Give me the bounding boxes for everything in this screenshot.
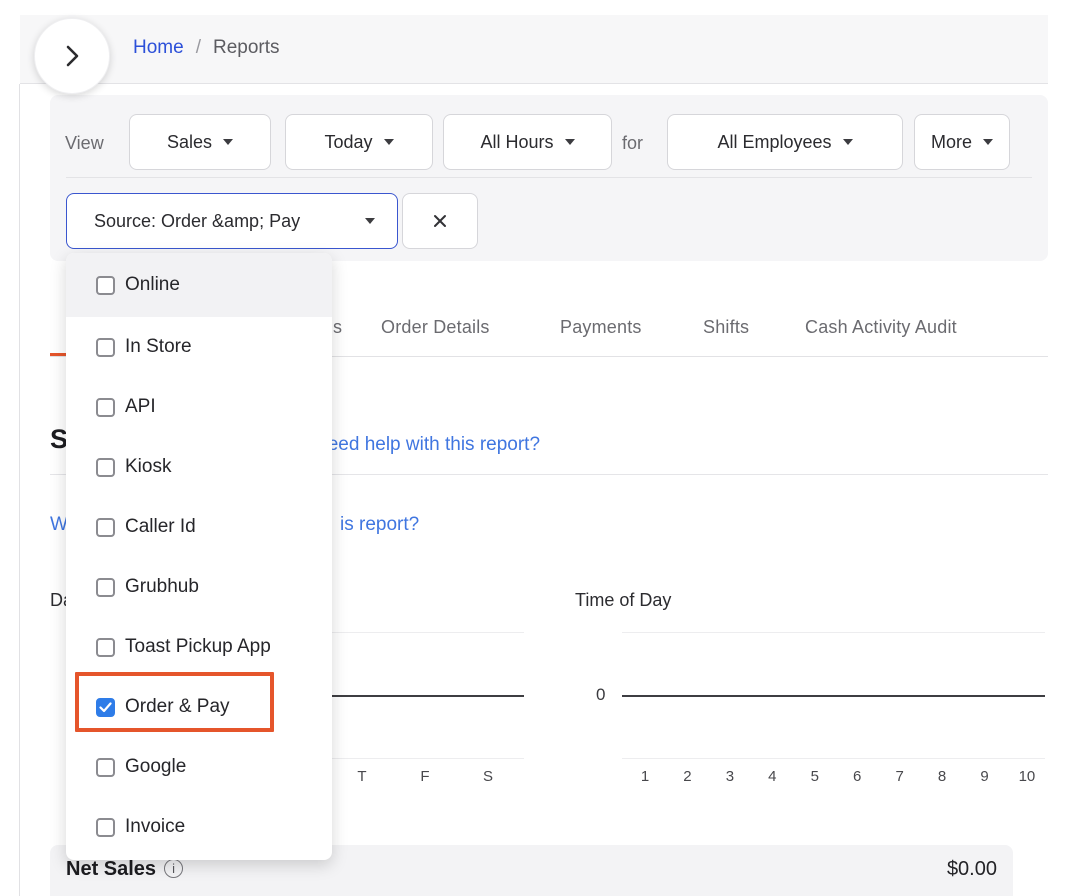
source-option-toast-pickup-app[interactable]: Toast Pickup App	[66, 617, 332, 677]
chevron-down-icon	[843, 139, 853, 145]
hours-dropdown[interactable]: All Hours	[443, 114, 612, 170]
expand-sidebar-button[interactable]	[34, 18, 110, 94]
tab-shifts[interactable]: Shifts	[703, 317, 749, 338]
checkbox-unchecked-icon[interactable]	[96, 818, 115, 837]
checkbox-unchecked-icon[interactable]	[96, 758, 115, 777]
net-sales-value: $0.00	[947, 858, 997, 881]
time-of-day-top-gridline	[622, 632, 1045, 633]
date-range-dropdown[interactable]: Today	[285, 114, 433, 170]
source-filter-chip-label: Source: Order &amp; Pay	[94, 211, 300, 232]
employees-dropdown[interactable]: All Employees	[667, 114, 903, 170]
source-option-caller-id[interactable]: Caller Id	[66, 497, 332, 557]
breadcrumb-home-link[interactable]: Home	[133, 37, 184, 59]
x-tick: 4	[760, 768, 784, 785]
checkbox-unchecked-icon[interactable]	[96, 518, 115, 537]
time-of-day-zero-label: 0	[596, 685, 605, 705]
date-range-dropdown-label: Today	[324, 132, 372, 153]
x-tick: 7	[888, 768, 912, 785]
checkmark-icon	[99, 702, 112, 713]
x-tick: 10	[1015, 768, 1039, 785]
chevron-down-icon	[365, 218, 375, 224]
x-tick: F	[413, 768, 437, 785]
breadcrumb-current: Reports	[213, 37, 280, 59]
checkbox-checked-icon[interactable]	[96, 698, 115, 717]
checkbox-unchecked-icon[interactable]	[96, 338, 115, 357]
source-option-label: Kiosk	[125, 456, 171, 478]
x-tick: T	[350, 768, 374, 785]
close-icon	[431, 212, 449, 230]
source-filter-chip[interactable]: Source: Order &amp; Pay	[66, 193, 398, 249]
more-filters-dropdown[interactable]: More	[914, 114, 1010, 170]
source-option-label: Toast Pickup App	[125, 636, 271, 658]
net-sales-label: Net Sales	[66, 858, 156, 881]
page: Home / Reports View Sales Today All Hour…	[0, 0, 1080, 896]
clear-source-filter-button[interactable]	[402, 193, 478, 249]
source-option-in-store[interactable]: In Store	[66, 317, 332, 377]
x-tick: 2	[675, 768, 699, 785]
whats-new-link-end[interactable]: is report?	[340, 514, 419, 536]
source-option-label: Online	[125, 274, 180, 296]
source-option-label: Google	[125, 756, 186, 778]
source-option-api[interactable]: API	[66, 377, 332, 437]
chevron-down-icon	[983, 139, 993, 145]
source-option-order-and-pay[interactable]: Order & Pay	[66, 677, 332, 737]
time-of-day-x-axis: 1 2 3 4 5 6 7 8 9 10	[633, 768, 1039, 785]
source-option-grubhub[interactable]: Grubhub	[66, 557, 332, 617]
report-type-dropdown[interactable]: Sales	[129, 114, 271, 170]
source-option-label: API	[125, 396, 156, 418]
checkbox-unchecked-icon[interactable]	[96, 458, 115, 477]
time-of-day-bottom-gridline	[622, 758, 1045, 759]
breadcrumb: Home / Reports	[133, 37, 280, 59]
x-tick: S	[476, 768, 500, 785]
source-option-label: Invoice	[125, 816, 185, 838]
for-label: for	[622, 133, 643, 154]
x-tick: 8	[930, 768, 954, 785]
chevron-down-icon	[565, 139, 575, 145]
source-dropdown-menu: Online In Store API Kiosk Caller Id Grub…	[66, 253, 332, 860]
tab-cash-activity-audit[interactable]: Cash Activity Audit	[805, 317, 957, 338]
source-option-label: In Store	[125, 336, 192, 358]
chevron-down-icon	[384, 139, 394, 145]
tab-partially-hidden[interactable]: s	[333, 317, 342, 338]
tab-payments[interactable]: Payments	[560, 317, 642, 338]
breadcrumb-separator: /	[196, 37, 201, 59]
time-of-day-zero-line	[622, 695, 1045, 697]
x-tick: 3	[718, 768, 742, 785]
x-tick: 1	[633, 768, 657, 785]
report-type-dropdown-label: Sales	[167, 132, 212, 153]
employees-dropdown-label: All Employees	[717, 132, 831, 153]
source-option-label: Grubhub	[125, 576, 199, 598]
source-option-invoice[interactable]: Invoice	[66, 797, 332, 857]
source-option-label: Order & Pay	[125, 696, 230, 718]
checkbox-unchecked-icon[interactable]	[96, 276, 115, 295]
help-link[interactable]: Need help with this report?	[314, 434, 540, 456]
checkbox-unchecked-icon[interactable]	[96, 578, 115, 597]
chevron-down-icon	[223, 139, 233, 145]
tab-order-details[interactable]: Order Details	[381, 317, 490, 338]
more-filters-dropdown-label: More	[931, 132, 972, 153]
checkbox-unchecked-icon[interactable]	[96, 638, 115, 657]
chevron-right-icon	[61, 42, 83, 70]
content-left-border	[19, 84, 20, 896]
filter-rows-divider	[66, 177, 1032, 178]
x-tick: 5	[803, 768, 827, 785]
source-option-kiosk[interactable]: Kiosk	[66, 437, 332, 497]
checkbox-unchecked-icon[interactable]	[96, 398, 115, 417]
view-label: View	[65, 133, 104, 154]
source-option-online[interactable]: Online	[66, 253, 332, 317]
x-tick: 9	[973, 768, 997, 785]
hours-dropdown-label: All Hours	[480, 132, 553, 153]
source-option-label: Caller Id	[125, 516, 196, 538]
info-icon[interactable]: i	[164, 859, 183, 878]
source-option-google[interactable]: Google	[66, 737, 332, 797]
time-of-day-chart-title: Time of Day	[575, 590, 671, 611]
x-tick: 6	[845, 768, 869, 785]
